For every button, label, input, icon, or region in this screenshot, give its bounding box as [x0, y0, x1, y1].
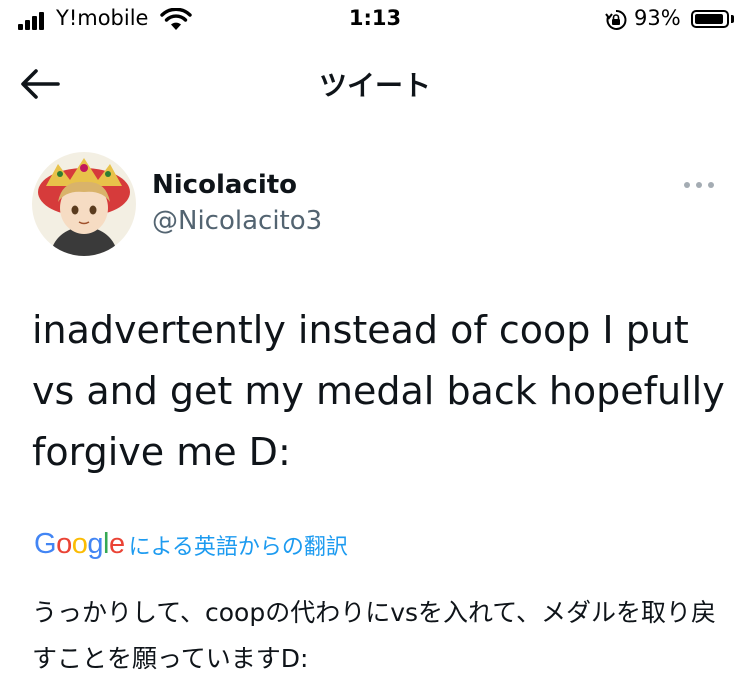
tweet-author: Nicolacito @Nicolacito3	[32, 152, 732, 262]
google-logo-letter: o	[56, 528, 72, 560]
page-title: ツイート	[318, 69, 431, 102]
google-logo-letter: e	[108, 528, 125, 560]
google-logo-letter: g	[87, 528, 103, 560]
translation-attribution[interactable]: Google による英語からの翻訳	[34, 528, 348, 564]
avatar-image	[32, 152, 136, 256]
status-bar: Y!mobile 1:13 93%	[0, 0, 750, 40]
author-display-name[interactable]: Nicolacito	[152, 170, 297, 200]
orientation-lock-icon	[605, 9, 627, 30]
battery-level-fill	[695, 14, 723, 24]
navigation-bar: ツイート	[0, 50, 750, 116]
translation-label: による英語からの翻訳	[128, 534, 348, 560]
google-logo: Google	[34, 528, 125, 561]
more-horizontal-icon[interactable]	[684, 174, 718, 194]
translated-tweet-text: うっかりして、coopの代わりにvsを入れて、メダルを取り戻すことを願っています…	[32, 598, 717, 673]
author-handle[interactable]: @Nicolacito3	[152, 206, 322, 236]
tweet-text: inadvertently instead of coop I put vs a…	[32, 308, 725, 474]
avatar[interactable]	[32, 152, 136, 256]
google-logo-letter: G	[34, 528, 57, 560]
battery-percent: 93%	[634, 6, 681, 30]
battery-cap	[731, 15, 734, 23]
battery-icon	[691, 10, 729, 28]
google-logo-letter: o	[71, 528, 88, 560]
